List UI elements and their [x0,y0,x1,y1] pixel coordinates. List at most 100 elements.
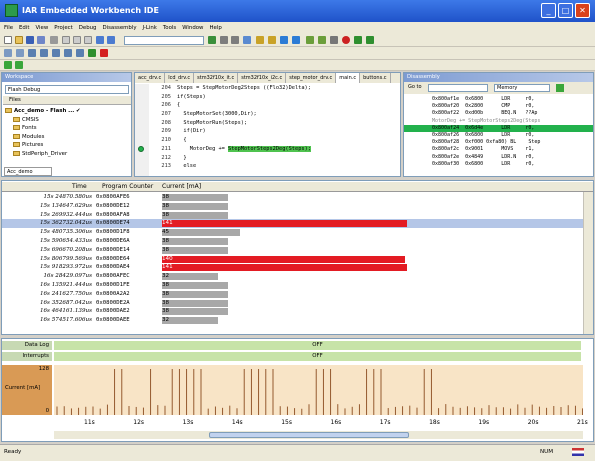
step-out-icon[interactable] [52,49,60,57]
print-icon[interactable] [50,36,58,44]
disasm-line[interactable]: 0x800af24 0x6d4e LDR r0, [404,124,593,132]
disasm-line[interactable]: 0x800af28 0xf000 0xfa80) BL Step [404,139,593,146]
workspace-tab[interactable]: Acc_demo [4,167,52,176]
copy-icon[interactable] [73,36,81,44]
goto-icon[interactable] [243,36,251,44]
paste-icon[interactable] [84,36,92,44]
disasm-line[interactable]: 0x800af22 0xd00b BEQ.N ??Ap [404,110,593,117]
editor-tab[interactable]: lcd_drv.c [165,73,195,83]
tree-item-modules[interactable]: Modules [5,133,130,142]
menu-jlink[interactable]: J-Link [143,22,157,34]
disasm-line[interactable]: 0x800af20 0x2800 CMP r0, [404,103,593,110]
disassembly-list[interactable]: 0x800af1e 0x6800 LDR r0, 0x800af20 0x2800… [404,96,593,168]
run-to-cursor-icon[interactable] [76,49,84,57]
tree-item-pictures[interactable]: Pictures [5,141,130,150]
bookmark-next-icon[interactable] [268,36,276,44]
timeline-icon[interactable] [15,61,23,69]
find-next-icon[interactable] [220,36,228,44]
trace-row[interactable]: 16s 241627.750us 0x0800A2A2 38 [2,290,584,299]
disasm-line[interactable]: 0x800af1e 0x6800 LDR r0, [404,96,593,103]
redo-icon[interactable] [107,36,115,44]
compile-icon[interactable] [306,36,314,44]
trace-row[interactable]: 15s 362732.042us 0x0800DE74 141 [2,219,584,228]
menu-project[interactable]: Project [54,22,72,34]
tree-item-project[interactable]: Acc_demo - Flash ... ✔ [5,107,130,116]
download-debug-icon[interactable] [354,36,362,44]
maximize-button[interactable]: □ [558,3,573,18]
new-file-icon[interactable] [4,36,12,44]
disasm-line[interactable]: 0x800af26 0x6800 LDR r0, [404,132,593,139]
memory-select[interactable]: Memory [494,84,550,92]
trace-scrollbar[interactable] [583,192,593,334]
trace-row[interactable]: 15s 918293.972us 0x0800DAE4 141 [2,263,584,272]
navigate-forward-icon[interactable] [292,36,300,44]
open-icon[interactable] [15,36,23,44]
trace-row[interactable]: 16s 135921.444us 0x0800D1FE 38 [2,281,584,290]
menu-tools[interactable]: Tools [163,22,176,34]
power-log-icon[interactable] [4,61,12,69]
minimize-button[interactable]: _ [541,3,556,18]
save-icon[interactable] [26,36,34,44]
stop-build-icon[interactable] [330,36,338,44]
bookmark-icon[interactable] [256,36,264,44]
editor-tab[interactable]: step_motor_drv.c [286,73,337,83]
lane-interrupts-value[interactable]: OFF [54,352,581,361]
menu-help[interactable]: Help [209,22,221,34]
undo-icon[interactable] [96,36,104,44]
next-statement-icon[interactable] [64,49,72,57]
trace-row[interactable]: 16s 352687.042us 0x0800DE2A 38 [2,299,584,308]
navigate-back-icon[interactable] [280,36,288,44]
find-prev-icon[interactable] [231,36,239,44]
step-into-icon[interactable] [40,49,48,57]
editor-tab[interactable]: stm32f10x_it.c [194,73,239,83]
editor-tab[interactable]: main.c [336,73,361,83]
menu-debug[interactable]: Debug [79,22,97,34]
search-combo[interactable] [124,36,204,45]
trace-row[interactable]: 16s 28429.097us 0x0800AFEC 32 [2,272,584,281]
trace-row[interactable]: 15s 24870.580us 0x0800AFE6 38 [2,193,584,202]
breakpoint-icon[interactable] [342,36,350,44]
editor-tab[interactable]: buttons.c [360,73,391,83]
disasm-mode-icon[interactable] [556,84,564,92]
menu-disassembly[interactable]: Disassembly [102,22,136,34]
col-program-counter[interactable]: Program Counter [102,183,153,190]
stop-debug-icon[interactable] [100,49,108,57]
goto-input[interactable] [428,84,488,92]
cut-icon[interactable] [62,36,70,44]
col-current[interactable]: Current [mA] [162,183,201,190]
tree-item-cmsis[interactable]: CMSIS [5,116,130,125]
break-icon[interactable] [16,49,24,57]
trace-row[interactable]: 15s 696670.208us 0x0800DE14 38 [2,246,584,255]
trace-row[interactable]: 15s 134647.629us 0x0800DE12 38 [2,202,584,211]
disasm-line[interactable]: 0x800af2e 0x4849 LDR.N r0, [404,154,593,161]
step-over-icon[interactable] [28,49,36,57]
trace-row[interactable]: 16s 574517.606us 0x0800DAEE 32 [2,316,584,325]
make-icon[interactable] [318,36,326,44]
debug-no-download-icon[interactable] [366,36,374,44]
menu-file[interactable]: File [4,22,13,34]
trace-row[interactable]: 16s 464161.139us 0x0800DAE2 38 [2,307,584,316]
code-view[interactable]: 204 Steps = StepMotorDeg2Steps ((Flo32)De… [149,84,401,171]
scroll-thumb[interactable] [209,432,409,438]
menu-edit[interactable]: Edit [19,22,29,34]
timeline-scrollbar[interactable] [54,431,583,439]
lane-data-log-value[interactable]: OFF [54,341,581,350]
trace-row[interactable]: 15s 269932.444us 0x0800AFA8 38 [2,211,584,220]
tree-item-stdperiph[interactable]: StdPeriph_Driver [5,150,130,159]
trace-row[interactable]: 15s 806799.569us 0x0800DE64 140 [2,255,584,264]
editor-tab[interactable]: stm32f10x_i2c.c [238,73,287,83]
go-icon[interactable] [88,49,96,57]
find-icon[interactable] [208,36,216,44]
disasm-line[interactable]: MotorDeg += StepMotorSteps2Deg(Steps [404,118,593,125]
close-button[interactable]: ✕ [575,3,590,18]
trace-row[interactable]: 15s 480735.306us 0x0800D1F8 45 [2,228,584,237]
tree-item-fonts[interactable]: Fonts [5,124,130,133]
editor-tab[interactable]: acc_drv.c [135,73,166,83]
current-graph[interactable] [54,365,583,415]
reset-icon[interactable] [4,49,12,57]
menu-window[interactable]: Window [182,22,203,34]
config-select[interactable]: Flash Debug [5,85,129,94]
disasm-line[interactable]: 0x800af30 0x6800 LDR r0, [404,161,593,168]
save-all-icon[interactable] [37,36,45,44]
trace-row[interactable]: 15s 590654.433us 0x0800DE6A 38 [2,237,584,246]
